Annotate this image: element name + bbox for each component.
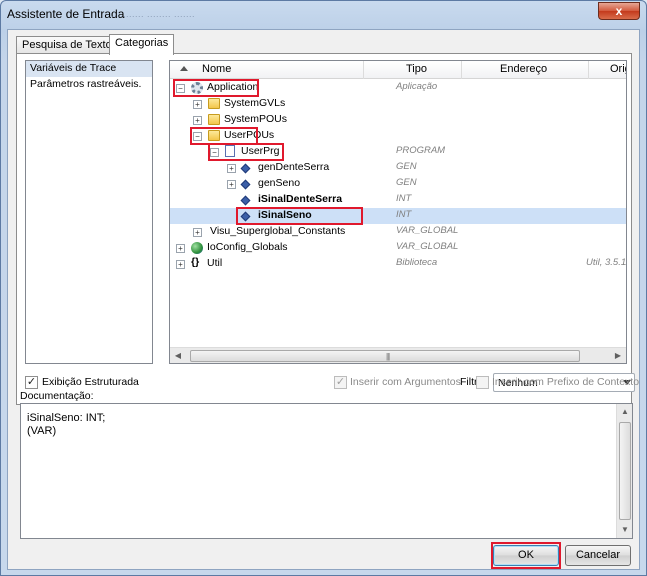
close-button[interactable]: x [598, 2, 640, 20]
tree-item-origin: Util, 3.5.11 [586, 257, 627, 268]
gear-icon [191, 82, 203, 94]
cancel-button[interactable]: Cancelar [565, 545, 631, 566]
documentation-line-1: iSinalSeno: INT; [27, 412, 106, 424]
tree-row[interactable]: − UserPOUs [170, 128, 626, 144]
variable-icon [240, 179, 251, 190]
expand-icon[interactable]: + [227, 180, 236, 189]
tree-item-name: Application [207, 81, 259, 93]
sort-arrow-icon [180, 66, 188, 71]
title-bar[interactable]: Assistente de Entrada ........... ......… [1, 1, 646, 27]
tree-item-name: genDenteSerra [258, 161, 330, 173]
structured-view-label: Exibição Estruturada [42, 376, 139, 388]
column-header-name[interactable]: Nome [202, 63, 231, 75]
tree-item-name: UserPOUs [224, 129, 275, 141]
insert-with-prefix-label: Inserir com Prefixo de Contexto [492, 376, 640, 388]
categories-panel: Variáveis de Trace Parâmetros rastreávei… [16, 53, 635, 405]
title-ghost-text: ........... ........ ....... [111, 9, 196, 19]
tree-row[interactable]: − Application Aplicação [170, 80, 626, 96]
tree-item-type: VAR_GLOBAL [396, 241, 459, 252]
tree-item-type: INT [396, 209, 412, 220]
tree-item-type: INT [396, 193, 412, 204]
tree-header: Nome Tipo Endereço Orig [170, 61, 626, 79]
tree-row[interactable]: − UserPrg PROGRAM [170, 144, 626, 160]
variable-icon [240, 211, 251, 222]
tree-row[interactable]: + SystemPOUs [170, 112, 626, 128]
insert-with-prefix-checkbox[interactable] [476, 376, 489, 389]
documentation-text: iSinalSeno: INT; (VAR) [27, 412, 105, 438]
insert-with-args-label: Inserir com Argumentos [350, 376, 461, 388]
tree-row[interactable]: iSinalDenteSerra INT [170, 192, 626, 208]
close-icon: x [615, 4, 623, 18]
expand-icon[interactable]: + [176, 260, 185, 269]
column-header-address[interactable]: Endereço [500, 63, 547, 75]
tree-row[interactable]: iSinalSeno INT [170, 208, 626, 224]
tree-item-type: Aplicação [396, 81, 438, 92]
tree-item-name: IoConfig_Globals [207, 241, 288, 253]
tree-item-type: GEN [396, 161, 417, 172]
scroll-left-icon[interactable]: ◀ [170, 348, 186, 363]
dialog-window: Assistente de Entrada ........... ......… [0, 0, 647, 576]
collapse-icon[interactable]: − [210, 148, 219, 157]
column-header-type[interactable]: Tipo [406, 63, 427, 75]
tree-row[interactable]: + SystemGVLs [170, 96, 626, 112]
tree-item-name: Util [207, 257, 223, 269]
tree-row[interactable]: + {} Util Biblioteca Util, 3.5.11 [170, 256, 626, 272]
tree-item-name: genSeno [258, 177, 301, 189]
tree-item-type: Biblioteca [396, 257, 438, 268]
program-icon [225, 145, 235, 157]
dialog-client: Pesquisa de Texto Categorias Variáveis d… [7, 29, 640, 570]
variable-icon [240, 163, 251, 174]
scroll-up-icon[interactable]: ▲ [617, 404, 633, 420]
tree-item-name: iSinalSeno [258, 209, 312, 221]
expand-icon[interactable]: + [193, 100, 202, 109]
scroll-down-icon[interactable]: ▼ [617, 522, 633, 538]
tab-categories[interactable]: Categorias [109, 34, 175, 55]
expand-icon[interactable]: + [176, 244, 185, 253]
category-item-traceable-params[interactable]: Parâmetros rastreáveis. [26, 77, 152, 93]
collapse-icon[interactable]: − [176, 84, 185, 93]
insert-with-args-checkbox[interactable]: ✓ [334, 376, 347, 389]
expand-icon[interactable]: + [227, 164, 236, 173]
grip-icon: ||| [386, 352, 390, 361]
folder-icon [208, 130, 220, 141]
category-item-trace-variables[interactable]: Variáveis de Trace [26, 61, 152, 77]
variable-icon [240, 195, 251, 206]
tree-item-name: SystemGVLs [224, 97, 286, 109]
tree-item-type: GEN [396, 177, 417, 188]
vertical-scrollbar[interactable]: ▲ ▼ [616, 404, 632, 538]
tree-row[interactable]: + IoConfig_Globals VAR_GLOBAL [170, 240, 626, 256]
vertical-scroll-thumb[interactable] [619, 422, 631, 520]
category-list: Variáveis de Trace Parâmetros rastreávei… [25, 60, 153, 364]
tree-item-type: PROGRAM [396, 145, 446, 156]
folder-icon [208, 98, 220, 109]
tree-row[interactable]: + Visu_Superglobal_Constants VAR_GLOBAL [170, 224, 626, 240]
tree-item-name: SystemPOUs [224, 113, 288, 125]
scroll-right-icon[interactable]: ▶ [610, 348, 626, 363]
braces-icon: {} [191, 256, 200, 268]
tree-item-name: UserPrg [241, 145, 280, 157]
tree-item-name: iSinalDenteSerra [258, 193, 343, 205]
ok-button[interactable]: OK [493, 545, 559, 566]
collapse-icon[interactable]: − [193, 132, 202, 141]
documentation-box[interactable]: iSinalSeno: INT; (VAR) ▲ ▼ [20, 403, 633, 539]
documentation-label: Documentação: [20, 390, 94, 402]
tree-item-type: VAR_GLOBAL [396, 225, 459, 236]
folder-icon [208, 114, 220, 125]
globe-icon [191, 242, 203, 254]
tree-item-name: Visu_Superglobal_Constants [210, 225, 346, 237]
column-header-origin[interactable]: Orig [610, 63, 626, 75]
documentation-line-2: (VAR) [27, 425, 57, 437]
tree-row[interactable]: + genDenteSerra GEN [170, 160, 626, 176]
horizontal-scroll-thumb[interactable]: ||| [190, 350, 580, 362]
window-title: Assistente de Entrada [7, 7, 125, 21]
structured-view-checkbox[interactable]: ✓ [25, 376, 38, 389]
horizontal-scrollbar[interactable]: ◀ ||| ▶ [170, 347, 626, 363]
variable-tree: Nome Tipo Endereço Orig − Application Apli… [169, 60, 627, 364]
expand-icon[interactable]: + [193, 228, 202, 237]
tree-row[interactable]: + genSeno GEN [170, 176, 626, 192]
expand-icon[interactable]: + [193, 116, 202, 125]
tab-text-search[interactable]: Pesquisa de Texto [16, 36, 118, 54]
